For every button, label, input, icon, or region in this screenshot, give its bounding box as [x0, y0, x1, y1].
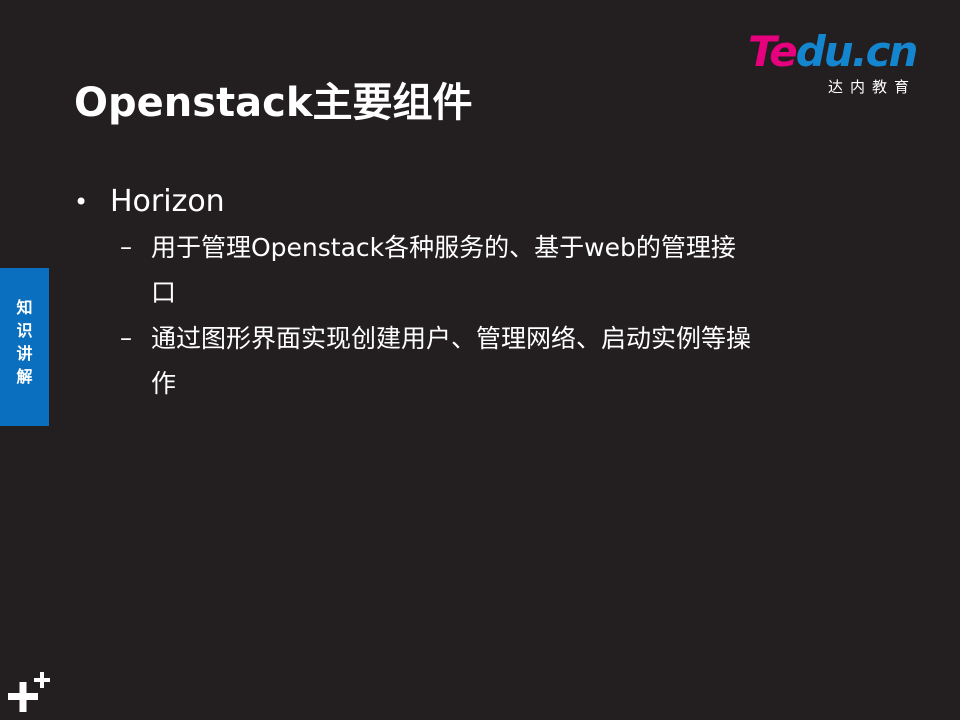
logo-brand-part2: du.cn [795, 27, 919, 76]
tedu-logo: Tedu.cn 达内教育 [748, 30, 938, 100]
sub-bullet: – 用于管理Openstack各种服务的、基于web的管理接口 [74, 225, 751, 315]
sub-bullet-dash: – [120, 324, 132, 352]
side-tab-char: 讲 [16, 344, 33, 363]
bullet-text: Horizon [110, 184, 225, 219]
logo-brand: Tedu.cn [748, 27, 919, 76]
bullet-horizon: • Horizon [74, 180, 834, 224]
side-tab-char: 解 [16, 367, 33, 386]
sub-bullet-text: 通过图形界面实现创建用户、管理网络、启动实例等操作 [151, 324, 752, 398]
sub-bullet: – 通过图形界面实现创建用户、管理网络、启动实例等操作 [74, 316, 751, 406]
sub-bullet-text: 用于管理Openstack各种服务的、基于web的管理接口 [151, 233, 736, 307]
plus-cross-icon [8, 672, 50, 712]
side-tab-knowledge: 知 识 讲 解 [0, 268, 49, 426]
bullet-dot: • [74, 188, 89, 216]
slide-title: Openstack主要组件 [74, 80, 473, 126]
logo-subtitle: 达内教育 [828, 78, 917, 96]
side-tab-char: 识 [16, 321, 33, 340]
slide: Openstack主要组件 Tedu.cn 达内教育 知 识 讲 解 • Hor… [0, 0, 960, 720]
sub-bullet-dash: – [120, 233, 132, 261]
logo-brand-part1: Te [748, 27, 798, 76]
slide-content: • Horizon – 用于管理Openstack各种服务的、基于web的管理接… [74, 180, 834, 406]
side-tab-char: 知 [16, 298, 33, 317]
